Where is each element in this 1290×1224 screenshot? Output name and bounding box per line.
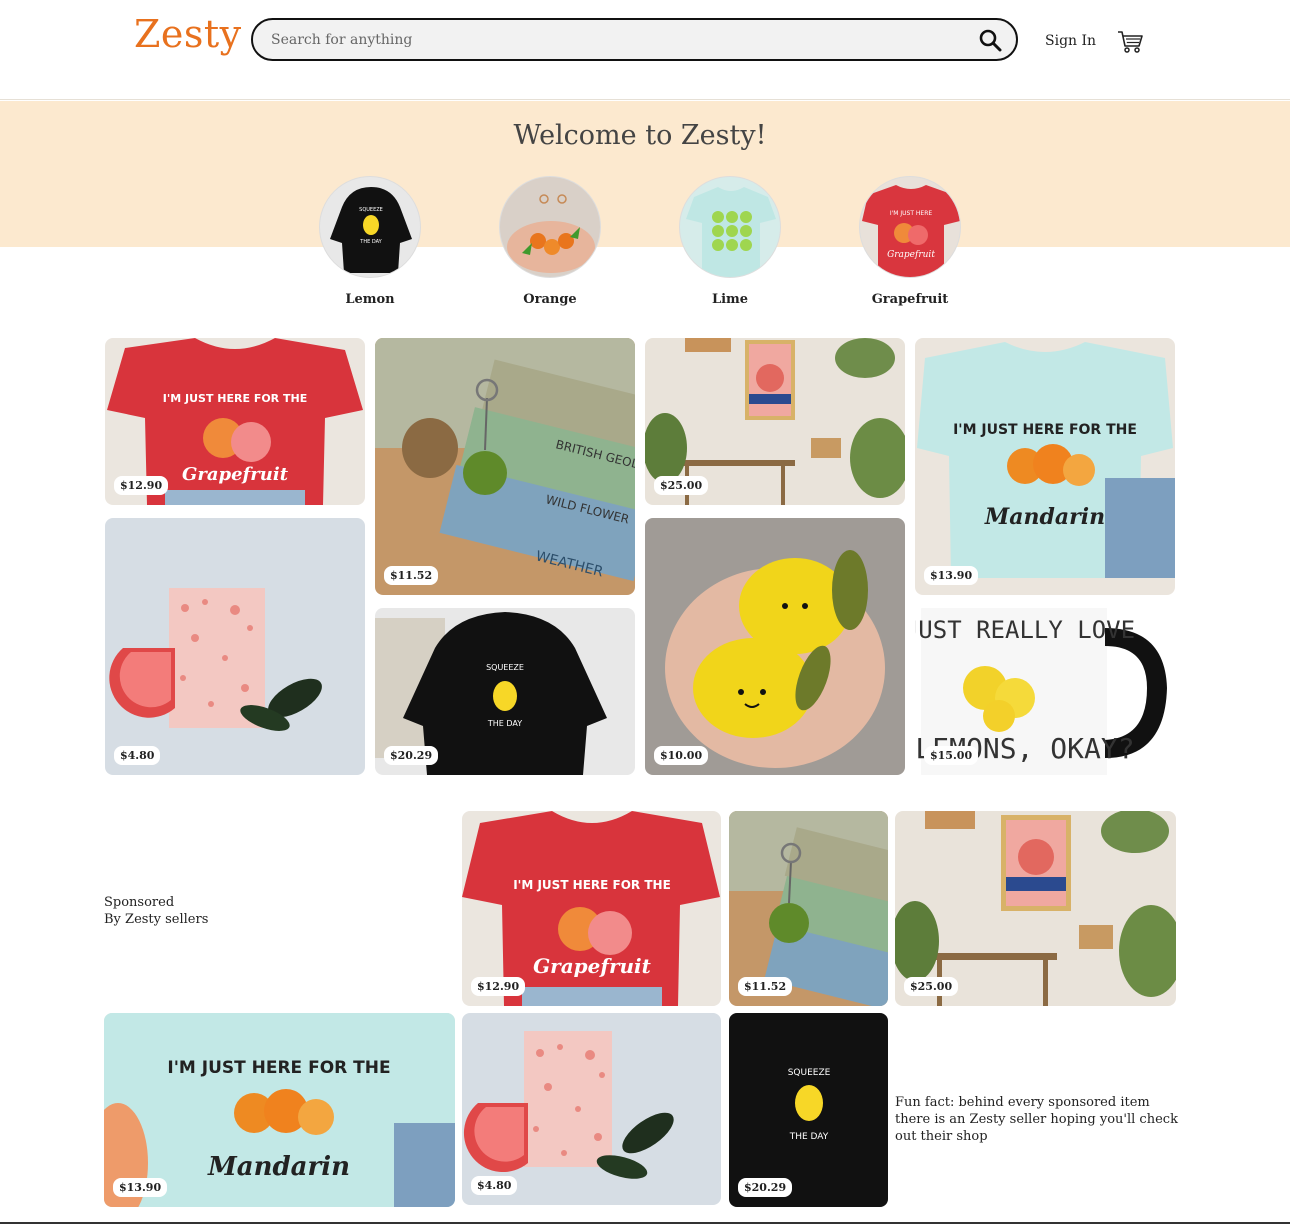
category-lime[interactable]: Lime	[678, 176, 782, 307]
svg-text:Mandarin: Mandarin	[984, 504, 1105, 530]
price-tag: $13.90	[113, 1178, 168, 1197]
svg-text:SQUEEZE: SQUEEZE	[788, 1068, 831, 1078]
sponsored-tile[interactable]: $11.52	[729, 811, 888, 1006]
sponsored-sub: By Zesty sellers	[104, 912, 209, 927]
search-icon[interactable]	[978, 28, 1002, 52]
grapefruit-shirt-image[interactable]: I'M JUST HERE Grapefruit	[859, 176, 961, 278]
category-label: Lemon	[345, 292, 395, 307]
svg-text:Grapefruit: Grapefruit	[182, 464, 289, 485]
svg-text:Grapefruit: Grapefruit	[533, 954, 652, 978]
svg-text:I'M JUST HERE FOR THE: I'M JUST HERE FOR THE	[953, 422, 1137, 438]
price-tag: $4.80	[471, 1176, 518, 1195]
sponsored-tile[interactable]: $4.80	[462, 1013, 721, 1205]
svg-text:Mandarin: Mandarin	[207, 1152, 350, 1182]
svg-text:I'M JUST HERE: I'M JUST HERE	[890, 210, 933, 217]
sponsored-tile[interactable]: $25.00	[895, 811, 1176, 1006]
svg-text:SQUEEZE: SQUEEZE	[486, 663, 524, 672]
category-orange[interactable]: Orange	[498, 176, 602, 307]
mandarin-shirt-image: I'M JUST HERE FOR THE Mandarin	[915, 338, 1175, 595]
welcome-heading: Welcome to Zesty!	[513, 120, 767, 151]
grapefruit-soap-image	[105, 518, 365, 775]
price-tag: $11.52	[384, 566, 439, 585]
svg-text:I'M JUST HERE FOR THE: I'M JUST HERE FOR THE	[163, 392, 307, 405]
product-tile[interactable]: $10.00	[645, 518, 905, 775]
sponsored-tile[interactable]: SQUEEZE THE DAY $20.29	[729, 1013, 888, 1207]
category-label: Lime	[711, 292, 749, 307]
fun-fact-text: Fun fact: behind every sponsored item th…	[895, 1095, 1178, 1144]
svg-text:Grapefruit: Grapefruit	[887, 250, 935, 260]
svg-text:THE DAY: THE DAY	[359, 239, 382, 245]
orange-earrings-image[interactable]	[499, 176, 601, 278]
svg-text:THE DAY: THE DAY	[487, 719, 522, 728]
price-tag: $25.00	[654, 476, 709, 495]
category-grapefruit[interactable]: I'M JUST HERE Grapefruit Grapefruit	[858, 176, 962, 307]
price-tag: $20.29	[738, 1178, 793, 1197]
product-tile[interactable]: $25.00	[645, 338, 905, 505]
svg-text:I'M JUST HERE FOR THE: I'M JUST HERE FOR THE	[167, 1058, 390, 1078]
site-header: Zesty Sign In	[0, 0, 1290, 100]
svg-text:SQUEEZE: SQUEEZE	[359, 207, 383, 213]
svg-text:I JUST REALLY LOVE: I JUST REALLY LOVE	[915, 616, 1135, 644]
category-label: Grapefruit	[871, 292, 949, 307]
category-label: Orange	[523, 292, 577, 307]
category-lemon[interactable]: SQUEEZE THE DAY Lemon	[318, 176, 422, 307]
price-tag: $20.29	[384, 746, 439, 765]
lemon-hoodie-image[interactable]: SQUEEZE THE DAY	[319, 176, 421, 278]
product-tile[interactable]: I'M JUST HERE FOR THE Grapefruit $12.90	[105, 338, 365, 505]
cart-icon[interactable]	[1117, 30, 1143, 54]
sponsored-heading: Sponsored By Zesty sellers	[104, 894, 208, 928]
price-tag: $4.80	[114, 746, 161, 765]
search-input[interactable]	[271, 30, 961, 50]
sponsored-label: Sponsored	[104, 895, 175, 910]
crochet-lemons-image	[645, 518, 905, 775]
svg-text:I'M JUST HERE FOR THE: I'M JUST HERE FOR THE	[513, 878, 671, 892]
price-tag: $12.90	[114, 476, 169, 495]
sponsored-tile[interactable]: I'M JUST HERE FOR THE Grapefruit $12.90	[462, 811, 721, 1006]
product-tile[interactable]: $4.80	[105, 518, 365, 775]
sponsored-tile[interactable]: I'M JUST HERE FOR THE Mandarin $13.90	[104, 1013, 455, 1207]
price-tag: $13.90	[924, 566, 979, 585]
price-tag: $12.90	[471, 977, 526, 996]
product-tile[interactable]: I JUST REALLY LOVE LEMONS, OKAY? $15.00	[915, 608, 1175, 775]
price-tag: $10.00	[654, 746, 709, 765]
price-tag: $11.52	[738, 977, 793, 996]
search-bar[interactable]	[251, 18, 1018, 61]
price-tag: $25.00	[904, 977, 959, 996]
product-tile[interactable]: SQUEEZE THE DAY $20.29	[375, 608, 635, 775]
svg-text:THE DAY: THE DAY	[789, 1132, 829, 1142]
zesty-logo[interactable]: Zesty	[134, 12, 242, 56]
product-tile[interactable]: BRITISH GEOLO WILD FLOWER WEATHER $11.52	[375, 338, 635, 595]
lime-keychain-image: BRITISH GEOLO WILD FLOWER WEATHER	[375, 338, 635, 595]
price-tag: $15.00	[924, 746, 979, 765]
lime-shirt-image[interactable]	[679, 176, 781, 278]
sign-in-link[interactable]: Sign In	[1045, 33, 1096, 49]
product-tile[interactable]: I'M JUST HERE FOR THE Mandarin $13.90	[915, 338, 1175, 595]
